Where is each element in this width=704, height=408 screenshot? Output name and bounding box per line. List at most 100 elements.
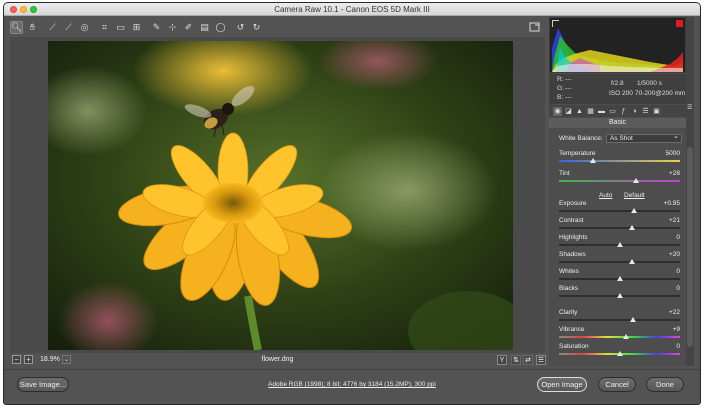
panel-scrollbar[interactable]: [686, 17, 694, 366]
blue-readout-label: B:: [557, 94, 564, 101]
slider-thumb[interactable]: [589, 158, 596, 163]
iso: ISO 200: [609, 90, 633, 97]
slider-value[interactable]: +21: [669, 217, 680, 224]
slider-temperature[interactable]: Temperature 5000: [559, 150, 684, 166]
before-after-toggle[interactable]: Y: [497, 355, 507, 365]
hsl-tab-icon[interactable]: ▦: [586, 107, 595, 116]
slider-value[interactable]: 0: [676, 285, 680, 292]
workflow-options-link[interactable]: Adobe RGB (1998); 8 bit; 4776 by 3184 (1…: [4, 381, 700, 388]
slider-thumb[interactable]: [628, 259, 635, 264]
title-bar: Camera Raw 10.1 - Canon EOS 5D Mark III: [4, 3, 700, 16]
slider-vibrance[interactable]: Vibrance +9: [559, 326, 684, 342]
slider-thumb[interactable]: [616, 351, 623, 356]
slider-label: Vibrance: [559, 326, 585, 333]
camera-calibration-tab-icon[interactable]: ◑: [630, 107, 639, 116]
detail-tab-icon[interactable]: ▲: [575, 107, 584, 116]
slider-label: Tint: [559, 170, 570, 177]
straighten-tool[interactable]: ▭: [114, 21, 127, 34]
presets-tab-icon[interactable]: ☰: [641, 107, 650, 116]
slider-contrast[interactable]: Contrast +21: [559, 217, 684, 233]
default-link[interactable]: Default: [624, 192, 645, 199]
slider-value[interactable]: +0.95: [664, 200, 680, 207]
slider-thumb[interactable]: [622, 334, 629, 339]
panel-title: Basic: [549, 118, 686, 128]
slider-label: Whites: [559, 268, 579, 275]
red-readout-value: ---: [565, 76, 572, 83]
magnifier-icon: 🔍︎: [10, 21, 23, 32]
crop-tool[interactable]: ⌗: [98, 21, 111, 34]
white-balance-select[interactable]: As Shot: [606, 133, 682, 143]
slider-value[interactable]: +22: [669, 309, 680, 316]
transform-tool[interactable]: ⊞: [130, 21, 143, 34]
split-toning-tab-icon[interactable]: ▬: [597, 107, 606, 116]
slider-highlights[interactable]: Highlights 0: [559, 234, 684, 250]
graduated-filter-tool[interactable]: ▤: [198, 21, 211, 34]
slider-saturation[interactable]: Saturation 0: [559, 343, 684, 359]
slider-track[interactable]: [559, 261, 680, 263]
toolbar: 🔍︎ ✋︎ ⟋ ⟋ ◎ ⌗ ▭ ⊞ ✎ ⊹ ✐ ▤ ◯ ↺ ↻: [10, 19, 280, 35]
brush-icon: ✐: [184, 21, 193, 32]
white-balance-tool[interactable]: ⟋: [46, 21, 59, 34]
slider-label: Contrast: [559, 217, 584, 224]
slider-thumb[interactable]: [631, 208, 638, 213]
zoom-tool[interactable]: 🔍︎: [10, 20, 23, 34]
slider-track[interactable]: [559, 180, 680, 182]
eyedropper-icon: ⟋: [49, 21, 56, 32]
scrollbar-thumb[interactable]: [687, 147, 693, 347]
slider-whites[interactable]: Whites 0: [559, 268, 684, 284]
done-button[interactable]: Done: [646, 377, 684, 392]
basic-tab-icon[interactable]: ◉: [553, 106, 562, 116]
photo-preview[interactable]: [48, 41, 513, 350]
rotate-left-tool[interactable]: ↺: [234, 21, 247, 34]
slider-shadows[interactable]: Shadows +20: [559, 251, 684, 267]
slider-value[interactable]: 0: [676, 343, 680, 350]
slider-track[interactable]: [559, 336, 680, 338]
panel-tabs: ◉ ◪ ▲ ▦ ▬ ▭ ƒ ◑ ☰ ▣: [549, 105, 686, 117]
slider-track[interactable]: [559, 160, 680, 162]
slider-value[interactable]: +20: [669, 251, 680, 258]
adjustment-brush-tool[interactable]: ✐: [182, 21, 195, 34]
slider-thumb[interactable]: [616, 242, 623, 247]
slider-clarity[interactable]: Clarity +22: [559, 309, 684, 325]
hand-icon: ✋︎: [29, 21, 36, 32]
preview-settings-icon[interactable]: ☰: [536, 355, 546, 365]
slider-value[interactable]: 0: [676, 234, 680, 241]
color-sampler-tool[interactable]: ⟋: [62, 21, 75, 34]
targeted-adjustment-tool[interactable]: ◎: [78, 21, 91, 34]
slider-value[interactable]: +9: [673, 326, 680, 333]
cancel-button[interactable]: Cancel: [598, 377, 636, 392]
red-eye-tool[interactable]: ⊹: [166, 21, 179, 34]
slider-thumb[interactable]: [616, 293, 623, 298]
slider-blacks[interactable]: Blacks 0: [559, 285, 684, 301]
slider-value[interactable]: +28: [669, 170, 680, 177]
slider-value[interactable]: 5000: [666, 150, 680, 157]
rotate-right-tool[interactable]: ↻: [250, 21, 263, 34]
tone-curve-tab-icon[interactable]: ◪: [564, 107, 573, 116]
effects-tab-icon[interactable]: ƒ: [619, 107, 628, 116]
slider-exposure[interactable]: Exposure +0.95: [559, 200, 684, 216]
slider-label: Clarity: [559, 309, 578, 316]
slider-thumb[interactable]: [616, 276, 623, 281]
slider-value[interactable]: 0: [676, 268, 680, 275]
slider-tint[interactable]: Tint +28: [559, 170, 684, 186]
hand-tool[interactable]: ✋︎: [26, 21, 39, 34]
slider-thumb[interactable]: [628, 225, 635, 230]
copy-settings-icon[interactable]: ⇄: [523, 355, 533, 365]
snapshots-tab-icon[interactable]: ▣: [652, 107, 661, 116]
panel-menu-icon[interactable]: ☰: [687, 104, 695, 112]
auto-link[interactable]: Auto: [599, 192, 612, 199]
radial-filter-tool[interactable]: ◯: [214, 21, 227, 34]
slider-thumb[interactable]: [633, 178, 640, 183]
slider-label: Shadows: [559, 251, 586, 258]
slider-track[interactable]: [559, 227, 680, 229]
fullscreen-toggle-icon[interactable]: [529, 21, 541, 33]
lens-corrections-tab-icon[interactable]: ▭: [608, 107, 617, 116]
open-image-button[interactable]: Open Image: [537, 377, 587, 392]
swap-before-after-icon[interactable]: ⇅: [511, 355, 521, 365]
target-adjust-icon: ◎: [80, 21, 89, 32]
slider-track[interactable]: [559, 319, 680, 321]
spot-removal-tool[interactable]: ✎: [150, 21, 163, 34]
shutter-speed: 1/5000 s: [637, 80, 662, 87]
slider-track[interactable]: [559, 210, 680, 212]
slider-thumb[interactable]: [629, 317, 636, 322]
